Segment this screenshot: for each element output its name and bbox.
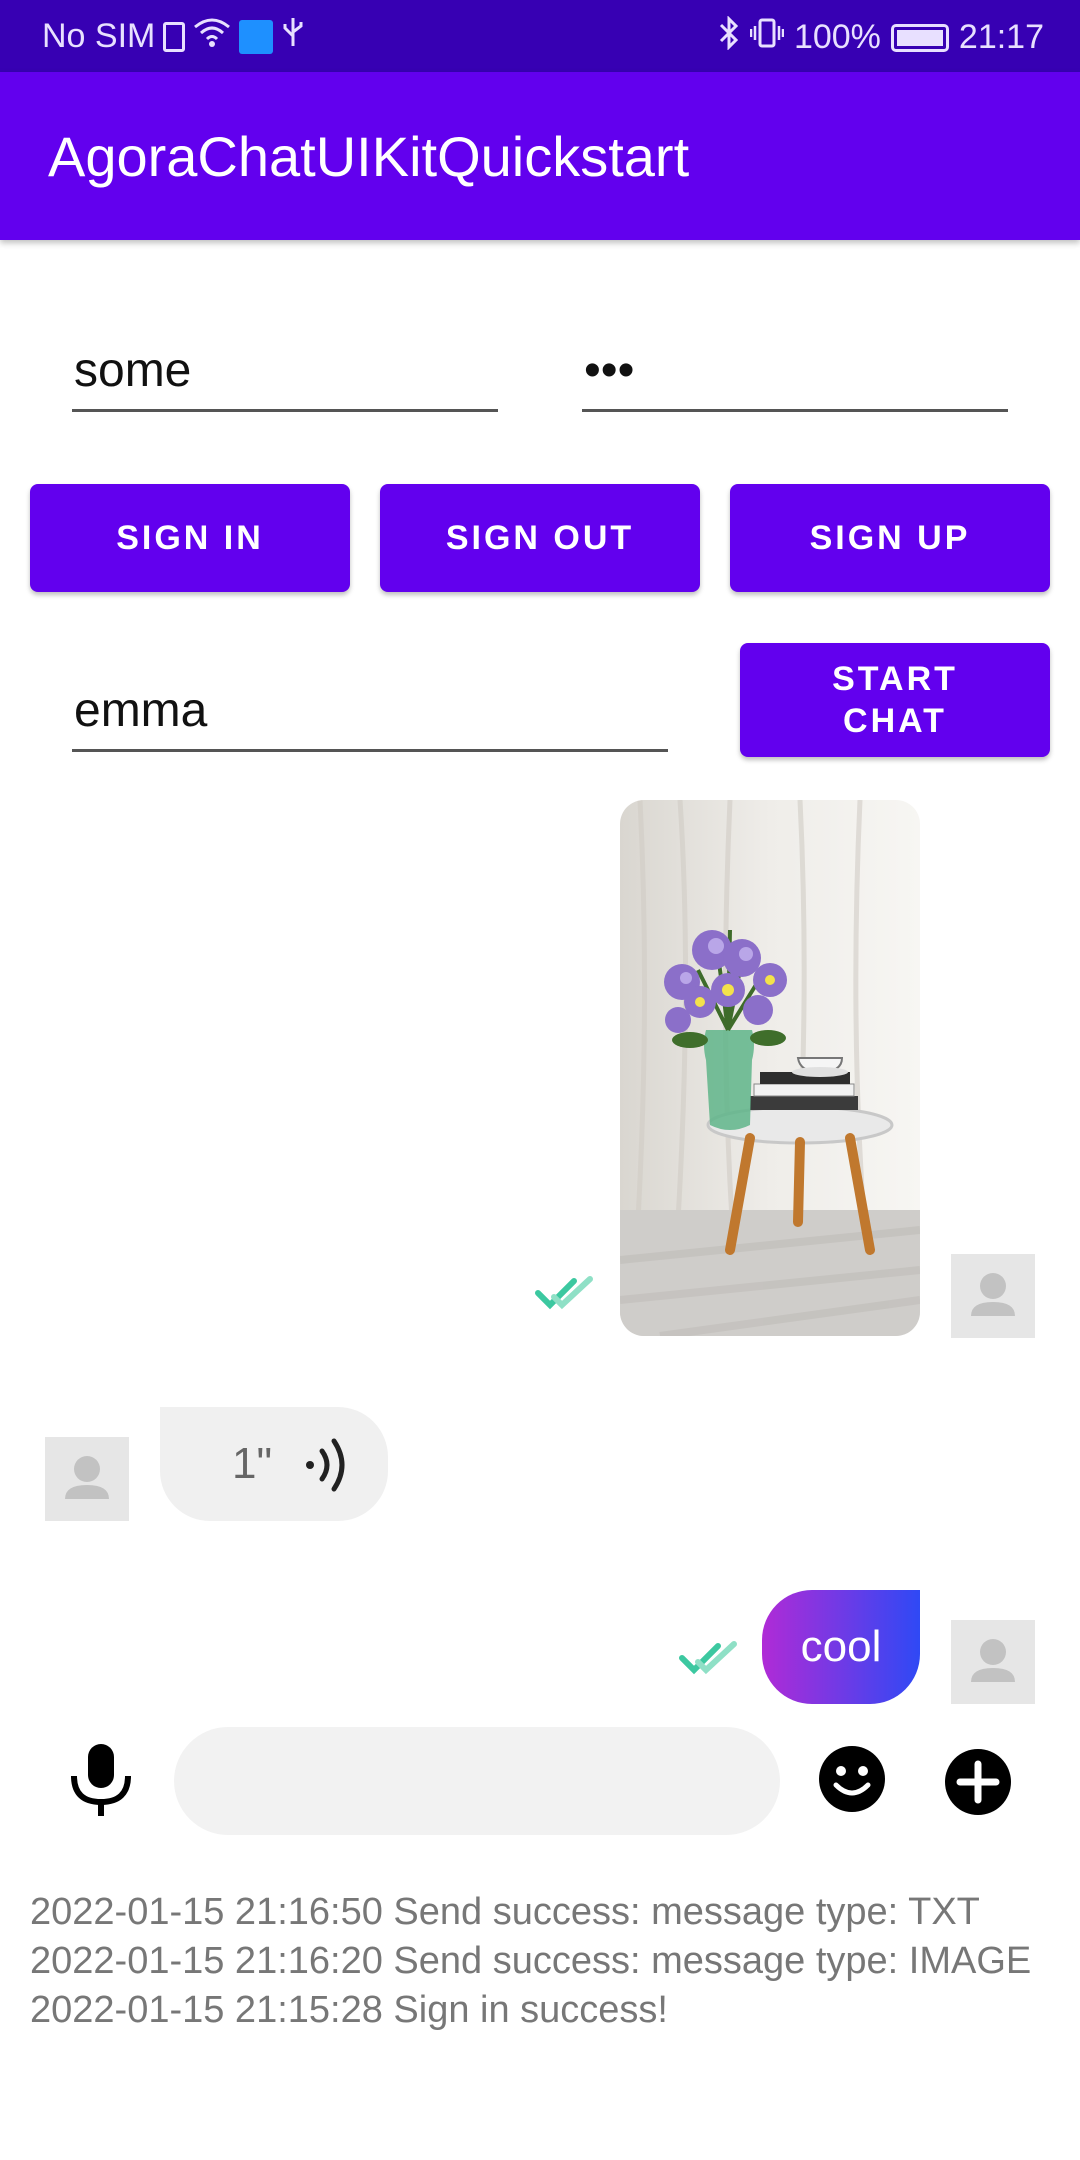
wifi-icon xyxy=(193,17,231,56)
phone-icon xyxy=(239,19,274,54)
voice-wave-icon xyxy=(300,1435,356,1500)
log-line: 2022-01-15 21:16:20 Send success: messag… xyxy=(30,1940,1032,1982)
smiley-icon[interactable] xyxy=(818,1745,886,1818)
app-bar: AgoraChatUIKitQuickstart xyxy=(0,72,1080,240)
log-line: 2022-01-15 21:15:28 Sign in success! xyxy=(30,1989,668,2031)
person-icon xyxy=(65,1456,109,1499)
event-log: 2022-01-15 21:16:50 Send success: messag… xyxy=(30,1888,1050,2035)
carrier-text: No SIM xyxy=(42,17,156,55)
microphone-icon[interactable] xyxy=(66,1742,136,1823)
app-title: AgoraChatUIKitQuickstart xyxy=(48,125,690,188)
sign-up-button[interactable]: SIGN UP xyxy=(730,484,1050,592)
text-message[interactable]: cool xyxy=(762,1590,920,1704)
vibrate-icon xyxy=(749,17,785,58)
start-chat-button[interactable]: START CHAT xyxy=(740,643,1050,757)
chat-user-field[interactable]: emma xyxy=(72,678,668,752)
clock: 21:17 xyxy=(958,18,1044,56)
sign-in-button[interactable]: SIGN IN xyxy=(30,484,350,592)
bluetooth-icon xyxy=(718,15,740,59)
status-left: No SIM xyxy=(42,16,305,57)
message-input[interactable] xyxy=(174,1727,780,1835)
status-right: 100% 21:17 xyxy=(718,15,1044,59)
person-icon xyxy=(971,1639,1015,1682)
sim-icon xyxy=(163,21,186,52)
read-receipt-icon xyxy=(534,1275,594,1316)
flower-vase-photo xyxy=(620,800,920,1336)
my-avatar[interactable] xyxy=(951,1620,1035,1704)
image-message[interactable] xyxy=(620,800,920,1336)
person-icon xyxy=(971,1273,1015,1316)
battery-icon xyxy=(890,23,949,52)
my-avatar[interactable] xyxy=(951,1254,1035,1338)
usb-icon xyxy=(281,16,305,57)
sign-out-button[interactable]: SIGN OUT xyxy=(380,484,700,592)
voice-duration: 1" xyxy=(232,1439,273,1488)
voice-message[interactable]: 1" xyxy=(160,1407,388,1521)
plus-circle-icon[interactable] xyxy=(944,1748,1012,1821)
log-line: 2022-01-15 21:16:50 Send success: messag… xyxy=(30,1891,980,1933)
peer-avatar[interactable] xyxy=(45,1437,129,1521)
status-bar: No SIM 100% 21:17 xyxy=(0,0,1080,72)
battery-percent: 100% xyxy=(793,18,881,56)
username-field[interactable]: some xyxy=(72,338,498,412)
read-receipt-icon xyxy=(678,1640,738,1681)
password-field[interactable]: ••• xyxy=(582,338,1008,412)
